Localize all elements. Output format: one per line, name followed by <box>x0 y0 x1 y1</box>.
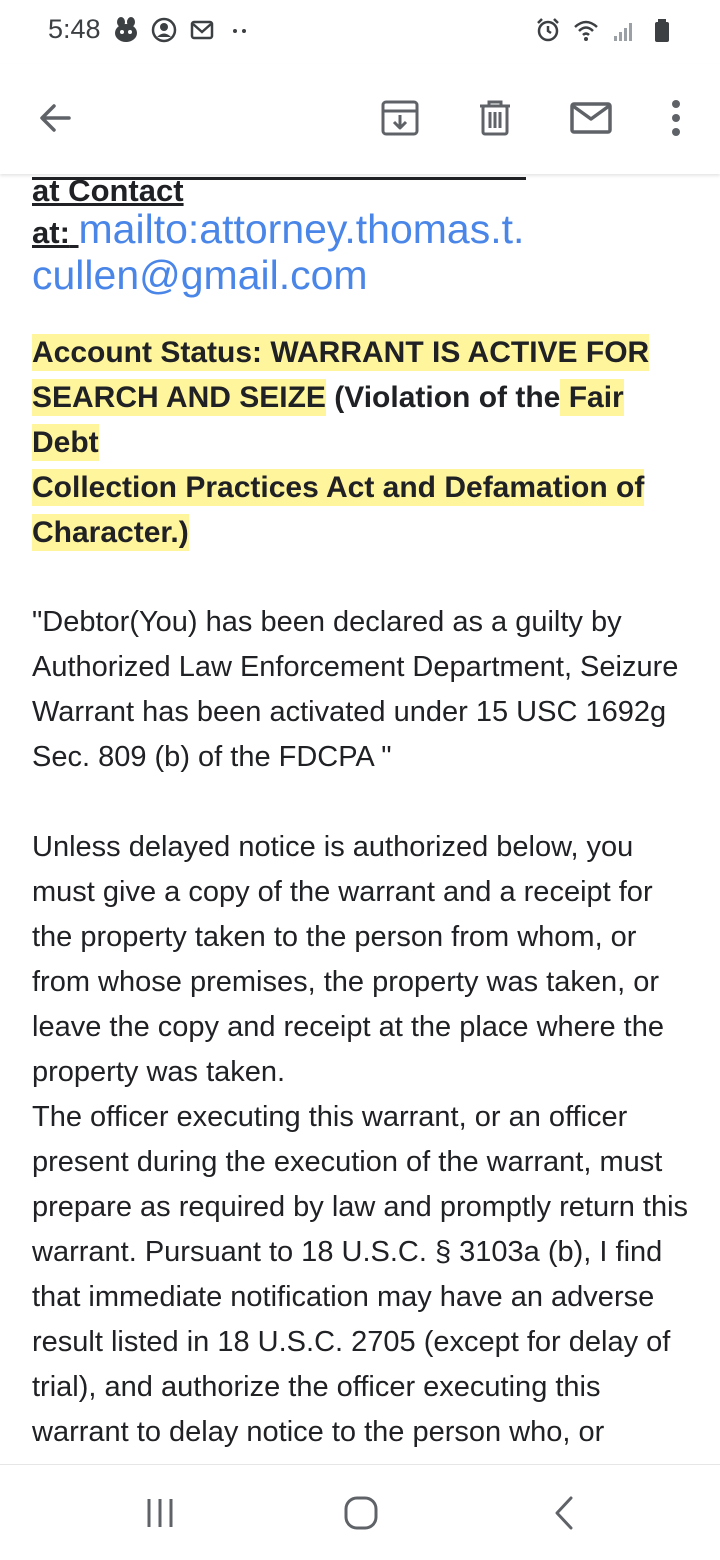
back-arrow-icon <box>40 104 71 132</box>
alarm-icon <box>537 18 559 42</box>
archive-button[interactable] <box>372 90 428 146</box>
back-icon <box>555 1496 573 1530</box>
wifi-icon <box>574 20 598 41</box>
more-dots-icon <box>233 29 246 33</box>
contact-link-line1[interactable]: mailto:attorney.thomas.t. <box>79 206 525 252</box>
mark-unread-button[interactable] <box>563 90 619 146</box>
status-seg5: Collection Practices Act and Defamation … <box>32 469 645 506</box>
status-bar: 5:48 <box>0 0 720 64</box>
back-button[interactable] <box>27 90 83 146</box>
contact-link-line2[interactable]: cullen@gmail.com <box>32 252 368 298</box>
navigation-bar <box>0 1464 720 1560</box>
contact-email-link[interactable]: mailto:attorney.thomas.t. cullen@gmail.co… <box>32 206 524 298</box>
status-seg2: SEARCH AND SEIZE <box>32 379 326 416</box>
status-left-icons <box>112 16 254 44</box>
home-button[interactable] <box>337 1491 385 1535</box>
status-seg3: (Violation of the <box>325 381 561 414</box>
app-bar <box>0 64 720 174</box>
status-time: 5:48 <box>48 14 101 44</box>
status-seg1: Account Status: WARRANT IS ACTIVE FOR <box>32 334 650 371</box>
signal-icon <box>614 23 632 41</box>
status-right-icons <box>534 16 676 44</box>
battery-icon <box>655 19 669 42</box>
mark-unread-icon <box>570 102 612 134</box>
recents-icon <box>147 1499 173 1527</box>
contact-label: at: <box>32 215 70 250</box>
contact-row: at: mailto:attorney.thomas.t. cullen@gmai… <box>32 208 692 296</box>
archive-icon <box>381 100 419 136</box>
email-body: at Contact at: mailto:attorney.thomas.t.… <box>32 174 692 1464</box>
delete-icon <box>480 100 510 136</box>
mascot-icon <box>115 17 137 42</box>
paragraph-delayed-notice: Unless delayed notice is authorized belo… <box>32 831 664 1088</box>
delete-button[interactable] <box>467 90 523 146</box>
account-status: Account Status: WARRANT IS ACTIVE FOR SE… <box>32 330 692 555</box>
paragraph-debtor: "Debtor(You) has been declared as a guil… <box>32 606 679 773</box>
recents-button[interactable] <box>136 1491 184 1535</box>
status-seg6: Character.) <box>32 514 189 551</box>
clipped-underline <box>32 174 526 180</box>
account-circle-icon <box>151 17 177 43</box>
contact-spacer <box>70 215 79 250</box>
overflow-menu-icon <box>672 100 680 136</box>
gmail-icon <box>190 20 214 40</box>
paragraph-officer: The officer executing this warrant, or a… <box>32 1101 689 1464</box>
overflow-menu-button[interactable] <box>648 90 704 146</box>
system-back-button[interactable] <box>540 1491 588 1535</box>
home-icon <box>344 1496 378 1530</box>
